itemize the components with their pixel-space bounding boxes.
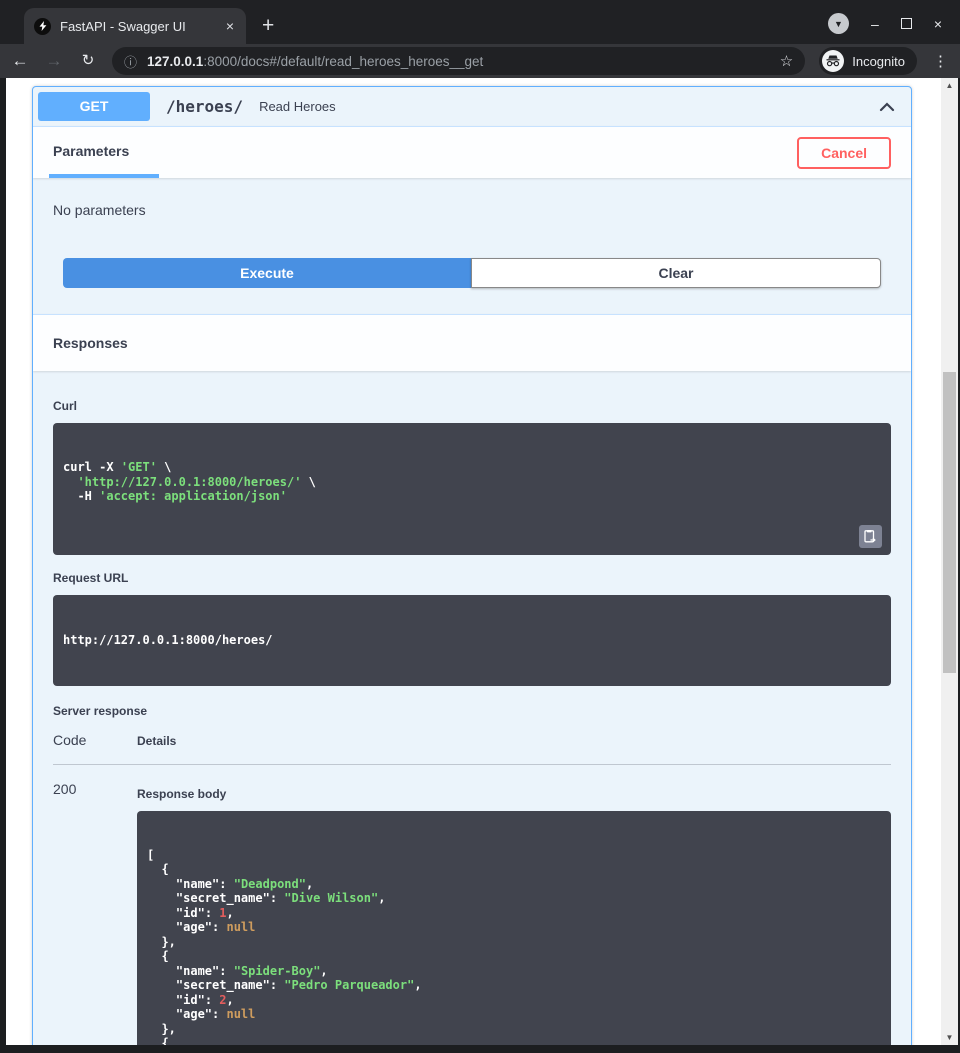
curl-command-block: curl -X 'GET' \ 'http://127.0.0.1:8000/h…	[53, 423, 891, 555]
reload-icon[interactable]: ↻	[78, 51, 98, 71]
maximize-button[interactable]	[901, 18, 912, 29]
page-scrollbar[interactable]: ▲ ▼	[941, 78, 958, 1045]
response-body-label: Response body	[137, 787, 891, 801]
window-controls: ▼ – ×	[828, 13, 942, 34]
copy-curl-button[interactable]	[859, 525, 882, 548]
incognito-label: Incognito	[852, 54, 905, 69]
page-viewport: GET /heroes/ Read Heroes Parameters Canc…	[6, 78, 958, 1045]
new-tab-icon[interactable]: +	[262, 14, 274, 38]
bookmark-star-icon[interactable]: ☆	[780, 52, 793, 70]
responses-title: Responses	[53, 335, 128, 351]
scrollbar-down-icon[interactable]: ▼	[941, 1033, 958, 1042]
forward-icon: →	[44, 51, 64, 71]
responses-header: Responses	[33, 314, 911, 371]
execute-wrapper: Execute Clear	[63, 258, 881, 288]
cancel-button[interactable]: Cancel	[797, 137, 891, 169]
browser-update-icon[interactable]: ▼	[828, 13, 849, 34]
curl-label: Curl	[53, 399, 891, 413]
back-icon[interactable]: ←	[10, 51, 30, 71]
opblock-summary[interactable]: GET /heroes/ Read Heroes	[33, 87, 911, 126]
scrollbar-up-icon[interactable]: ▲	[941, 81, 958, 90]
collapse-chevron-icon[interactable]	[877, 97, 897, 117]
response-details: Response body [ { "name": "Deadpond", "s…	[137, 781, 891, 1046]
http-method-badge: GET	[38, 92, 150, 121]
request-url-block: http://127.0.0.1:8000/heroes/	[53, 595, 891, 686]
opblock-get-heroes: GET /heroes/ Read Heroes Parameters Canc…	[32, 86, 912, 1045]
code-column-header: Code	[53, 732, 137, 748]
no-parameters-text: No parameters	[53, 202, 891, 218]
address-bar[interactable]: ⓘ 127.0.0.1:8000/docs#/default/read_hero…	[112, 47, 805, 75]
url-path: :8000/docs#/default/read_heroes_heroes__…	[203, 54, 483, 69]
response-table-header: Code Details	[53, 732, 891, 765]
minimize-button[interactable]: –	[871, 17, 879, 31]
status-code: 200	[53, 781, 137, 1046]
clear-button[interactable]: Clear	[471, 258, 881, 288]
fastapi-favicon-icon	[34, 18, 51, 35]
parameters-header: Parameters Cancel	[33, 126, 911, 178]
close-window-button[interactable]: ×	[934, 17, 942, 31]
server-response-label: Server response	[53, 704, 891, 718]
request-url-text: http://127.0.0.1:8000/heroes/	[63, 633, 881, 648]
endpoint-path: /heroes/	[166, 97, 243, 116]
incognito-icon	[822, 50, 844, 72]
tab-close-icon[interactable]: ×	[224, 18, 236, 34]
browser-tab[interactable]: FastAPI - Swagger UI ×	[24, 8, 246, 44]
request-url-label: Request URL	[53, 571, 891, 585]
incognito-badge: Incognito	[819, 47, 917, 75]
url-text[interactable]: 127.0.0.1:8000/docs#/default/read_heroes…	[147, 54, 770, 69]
response-body-json: [ { "name": "Deadpond", "secret_name": "…	[147, 848, 881, 1046]
curl-command-text: curl -X 'GET' \ 'http://127.0.0.1:8000/h…	[63, 460, 881, 504]
parameters-tab-label: Parameters	[53, 143, 129, 159]
browser-tabstrip: FastAPI - Swagger UI × + ▼ – ×	[0, 0, 960, 44]
browser-menu-icon[interactable]: ⋮	[931, 52, 950, 70]
response-body-block: [ { "name": "Deadpond", "secret_name": "…	[137, 811, 891, 1046]
endpoint-summary: Read Heroes	[259, 99, 336, 114]
url-host: 127.0.0.1	[147, 54, 203, 69]
tab-parameters[interactable]: Parameters	[49, 127, 159, 178]
response-row-200: 200 Response body [ { "name": "Deadpond"…	[53, 765, 891, 1046]
tab-title: FastAPI - Swagger UI	[60, 19, 215, 34]
browser-toolbar: ← → ↻ ⓘ 127.0.0.1:8000/docs#/default/rea…	[0, 44, 960, 78]
page-info-icon[interactable]: ⓘ	[124, 52, 137, 71]
parameters-body: No parameters Execute Clear	[33, 178, 911, 314]
responses-body: Curl curl -X 'GET' \ 'http://127.0.0.1:8…	[33, 371, 911, 1045]
details-column-header: Details	[137, 734, 176, 748]
execute-button[interactable]: Execute	[63, 258, 471, 288]
swagger-page: GET /heroes/ Read Heroes Parameters Canc…	[6, 78, 941, 1045]
scrollbar-thumb[interactable]	[943, 372, 956, 673]
